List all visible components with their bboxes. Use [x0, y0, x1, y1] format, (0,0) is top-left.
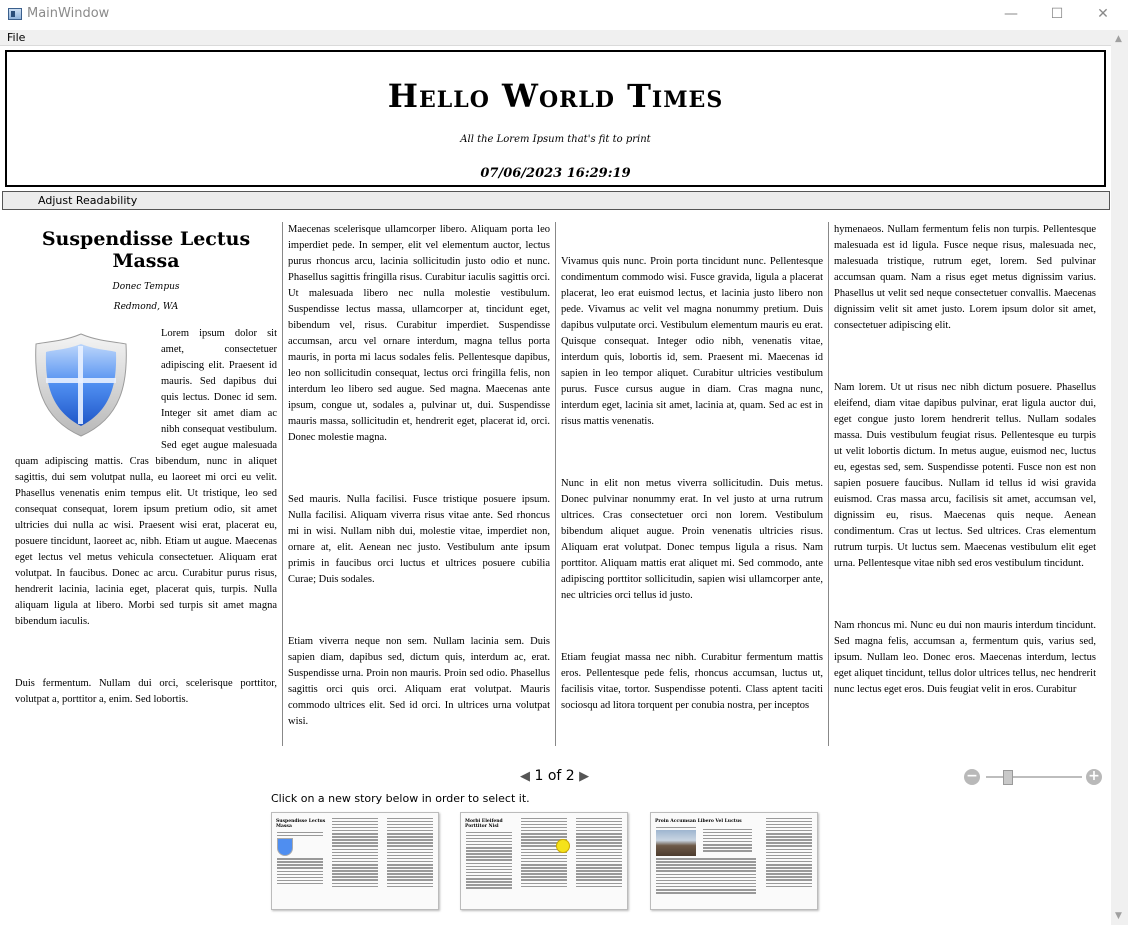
zoom-control: − +: [964, 767, 1104, 787]
story-column-1: Suspendisse Lectus Massa Donec Tempus Re…: [15, 222, 277, 746]
zoom-out-button[interactable]: −: [964, 769, 980, 785]
vertical-scrollbar[interactable]: ▲ ▼: [1111, 30, 1128, 925]
zoom-in-button[interactable]: +: [1086, 769, 1102, 785]
total-pages: 2: [565, 768, 575, 784]
newspaper-tagline: All the Lorem Ipsum that's fit to print: [460, 134, 651, 145]
story-paragraph: Nam lorem. Ut ut risus nec nibh dictum p…: [834, 382, 1096, 569]
page-navigator: ◀ 1 of 2 ▶: [520, 768, 589, 784]
story-paragraph: Vivamus quis nunc. Proin porta tincidunt…: [561, 256, 823, 427]
maximize-button[interactable]: ☐: [1034, 0, 1080, 30]
chevron-left-icon[interactable]: ◀: [520, 769, 530, 784]
story-column-2: Maecenas scelerisque ullamcorper libero.…: [288, 222, 550, 746]
story-thumbnail-2[interactable]: Morbi Eleifend Porttitor Nisl: [460, 812, 628, 910]
thumbnail-title: Suspendisse Lectus Massa: [276, 819, 326, 829]
thumbnail-title: Morbi Eleifend Porttitor Nisl: [465, 819, 503, 829]
thumbnail-title: Proin Accumsan Libero Vel Luctus: [655, 819, 742, 824]
story-paragraph: Duis fermentum. Nullam dui orci, sceleri…: [15, 678, 277, 705]
scroll-up-icon[interactable]: ▲: [1115, 34, 1122, 44]
story-column-4: hymenaeos. Nullam fermentum felis non tu…: [834, 222, 1096, 746]
page-of-label: of: [547, 768, 562, 784]
menu-bar: File: [0, 30, 1111, 46]
column-divider: [828, 222, 829, 746]
column-divider: [282, 222, 283, 746]
zoom-slider-track[interactable]: [986, 776, 1082, 778]
story-paragraph: Etiam feugiat massa nec nibh. Curabitur …: [561, 652, 823, 711]
story-location: Redmond, WA: [113, 302, 179, 312]
zoom-slider-thumb[interactable]: [1003, 770, 1014, 785]
story-reader: Suspendisse Lectus Massa Donec Tempus Re…: [0, 222, 1111, 746]
newspaper-title: Hello World Times: [387, 77, 724, 115]
masthead: Hello World Times All the Lorem Ipsum th…: [5, 50, 1106, 187]
close-button[interactable]: ✕: [1080, 0, 1126, 30]
adjust-readability-label[interactable]: Adjust Readability: [38, 194, 137, 207]
column-divider: [555, 222, 556, 746]
story-thumbnail-3[interactable]: Proin Accumsan Libero Vel Luctus: [650, 812, 818, 910]
story-column-3: Vivamus quis nunc. Proin porta tincidunt…: [561, 222, 823, 746]
window-title: MainWindow: [27, 6, 110, 21]
story-select-hint: Click on a new story below in order to s…: [271, 792, 530, 805]
story-paragraph: Nam rhoncus mi. Nunc eu dui non mauris i…: [834, 620, 1096, 695]
chevron-right-icon[interactable]: ▶: [579, 769, 589, 784]
story-title: Suspendisse Lectus Massa: [41, 228, 251, 272]
story-paragraph: Sed mauris. Nulla facilisi. Fusce tristi…: [288, 494, 550, 585]
story-thumbnail-1[interactable]: Suspendisse Lectus Massa: [271, 812, 439, 910]
title-bar: MainWindow — ☐ ✕: [0, 0, 1128, 30]
current-page: 1: [534, 768, 544, 784]
scroll-down-icon[interactable]: ▼: [1115, 911, 1122, 921]
adjust-readability-bar[interactable]: Adjust Readability: [2, 191, 1110, 210]
shield-icon: [277, 838, 293, 857]
story-author: Donec Tempus: [112, 282, 180, 292]
story-paragraph: Nunc in elit non metus viverra sollicitu…: [561, 478, 823, 601]
menu-file[interactable]: File: [7, 31, 25, 44]
app-icon: [8, 8, 22, 20]
story-paragraph: Etiam viverra neque non sem. Nullam laci…: [288, 636, 550, 727]
shield-icon: [15, 326, 153, 442]
story-paragraph: Maecenas scelerisque ullamcorper libero.…: [288, 224, 550, 443]
story-paragraph: hymenaeos. Nullam fermentum felis non tu…: [834, 224, 1096, 331]
landscape-photo-icon: [656, 830, 696, 857]
smiley-icon: [556, 839, 570, 853]
minimize-button[interactable]: —: [988, 0, 1034, 30]
newspaper-date: 07/06/2023 16:29:19: [480, 166, 631, 181]
